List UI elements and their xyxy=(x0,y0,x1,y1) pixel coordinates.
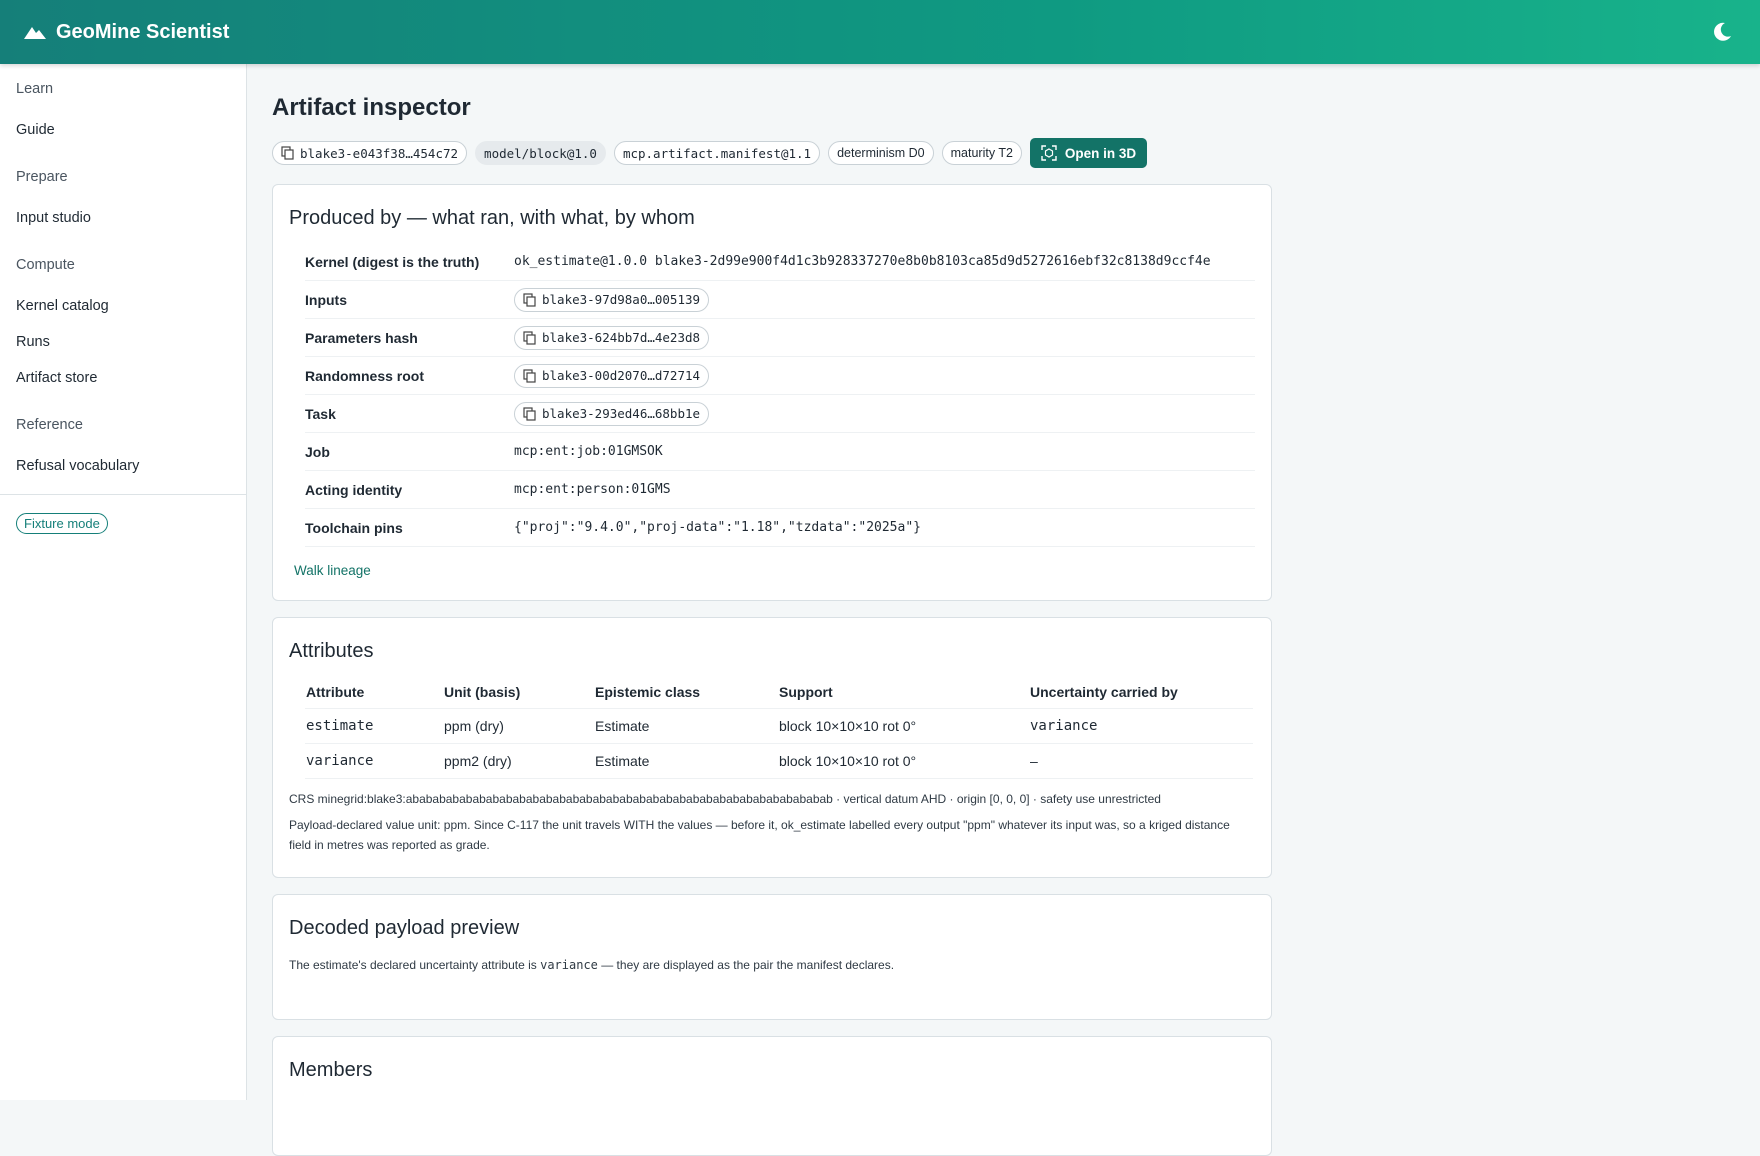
inputs-row: Inputs blake3-97d98a0…005139 xyxy=(305,281,1255,319)
nav-heading-learn[interactable]: Learn xyxy=(16,76,230,102)
attributes-table: Attribute Unit (basis) Epistemic class S… xyxy=(305,676,1253,779)
open-3d-label: Open in 3D xyxy=(1064,145,1137,161)
sidebar: Learn Guide Prepare Input studio Compute… xyxy=(0,64,247,1100)
column-header: Unit (basis) xyxy=(443,676,594,709)
table-row: variance ppm2 (dry) Estimate block 10×10… xyxy=(305,743,1253,779)
uncertainty-cell: – xyxy=(1029,743,1253,779)
column-header: Support xyxy=(778,676,1029,709)
payload-note-prefix: The estimate's declared uncertainty attr… xyxy=(289,958,541,972)
produced-by-card: Produced by — what ran, with what, by wh… xyxy=(272,184,1272,601)
copy-icon xyxy=(523,368,536,383)
epistemic-cell: Estimate xyxy=(594,708,778,744)
toolchain-label: Toolchain pins xyxy=(305,519,403,536)
identity-value: mcp:ent:person:01GMS xyxy=(514,482,671,497)
task-digest-chip[interactable]: blake3-293ed46…68bb1e xyxy=(514,401,710,426)
fixture-mode-badge[interactable]: Fixture mode xyxy=(16,513,108,534)
sidebar-item-refusal-vocabulary[interactable]: Refusal vocabulary xyxy=(16,452,230,480)
table-row: estimate ppm (dry) Estimate block 10×10×… xyxy=(305,708,1253,744)
page-title: Artifact inspector xyxy=(272,94,471,121)
payload-note-suffix: — they are displayed as the pair the man… xyxy=(597,958,895,972)
column-header: Attribute xyxy=(305,676,443,709)
params-value: blake3-624bb7d…4e23d8 xyxy=(542,330,701,345)
job-label: Job xyxy=(305,443,330,460)
crs-note: CRS minegrid:blake3:abababababababababab… xyxy=(289,792,1161,806)
randomness-value: blake3-00d2070…d72714 xyxy=(542,368,701,383)
main-content: Artifact inspector blake3-e043f38…454c72… xyxy=(272,64,1272,1156)
randomness-digest-chip[interactable]: blake3-00d2070…d72714 xyxy=(514,363,710,388)
identity-label: Acting identity xyxy=(305,481,403,498)
task-row: Task blake3-293ed46…68bb1e xyxy=(305,395,1255,433)
sidebar-item-guide[interactable]: Guide xyxy=(16,116,230,144)
column-header: Uncertainty carried by xyxy=(1029,676,1253,709)
determinism-chip: determinism D0 xyxy=(828,141,934,165)
sidebar-item-runs[interactable]: Runs xyxy=(16,328,230,356)
digest-chip[interactable]: blake3-e043f38…454c72 xyxy=(272,141,468,165)
brand-name: GeoMine Scientist xyxy=(56,20,230,43)
nav-heading-reference: Reference xyxy=(16,417,83,433)
schema-chip: model/block@1.0 xyxy=(475,141,606,165)
payload-title: Decoded payload preview xyxy=(289,917,520,939)
sidebar-item-input-studio[interactable]: Input studio xyxy=(16,204,230,232)
digest-value: blake3-e043f38…454c72 xyxy=(300,145,459,161)
copy-icon xyxy=(281,146,294,160)
sidebar-item-artifact-store[interactable]: Artifact store xyxy=(16,364,230,392)
attribute-cell: variance xyxy=(305,743,443,779)
inputs-label: Inputs xyxy=(305,291,347,308)
unit-cell: ppm2 (dry) xyxy=(443,743,594,779)
unit-cell: ppm (dry) xyxy=(443,708,594,744)
sidebar-nav: Learn Guide Prepare Input studio Compute… xyxy=(0,64,246,480)
uncertainty-cell: variance xyxy=(1029,708,1253,744)
column-header: Epistemic class xyxy=(594,676,778,709)
kernel-value: ok_estimate@1.0.0 blake3-2d99e900f4d1c3b… xyxy=(514,254,1211,269)
mountain-icon xyxy=(24,27,46,39)
manifest-chip: mcp.artifact.manifest@1.1 xyxy=(613,141,821,165)
attributes-header-row: Attribute Unit (basis) Epistemic class S… xyxy=(305,676,1253,709)
epistemic-cell: Estimate xyxy=(594,743,778,779)
job-row: Job mcp:ent:job:01GMSOK xyxy=(305,433,1255,471)
inputs-digest-chip[interactable]: blake3-97d98a0…005139 xyxy=(514,287,710,312)
unit-note: Payload-declared value unit: ppm. Since … xyxy=(289,818,1230,852)
sidebar-divider xyxy=(0,494,246,495)
produced-by-title: Produced by — what ran, with what, by wh… xyxy=(289,207,695,229)
nav-heading-compute: Compute xyxy=(16,257,75,273)
params-digest-chip[interactable]: blake3-624bb7d…4e23d8 xyxy=(514,325,710,350)
toolchain-value: {"proj":"9.4.0","proj-data":"1.18","tzda… xyxy=(514,520,921,535)
kernel-row: Kernel (digest is the truth) ok_estimate… xyxy=(305,243,1255,281)
copy-icon xyxy=(523,406,536,421)
params-label: Parameters hash xyxy=(305,329,418,346)
task-label: Task xyxy=(305,405,336,422)
members-card: Members xyxy=(272,1036,1272,1156)
identity-row: Acting identity mcp:ent:person:01GMS xyxy=(305,471,1255,509)
attribute-cell: estimate xyxy=(305,708,443,744)
top-bar: GeoMine Scientist xyxy=(0,0,1760,64)
support-cell: block 10×10×10 rot 0° xyxy=(778,743,1029,779)
payload-note-code: variance xyxy=(540,958,598,972)
params-row: Parameters hash blake3-624bb7d…4e23d8 xyxy=(305,319,1255,357)
maturity-chip: maturity T2 xyxy=(941,141,1022,165)
nav-heading-prepare: Prepare xyxy=(16,169,68,185)
inputs-value: blake3-97d98a0…005139 xyxy=(542,292,701,307)
payload-note: The estimate's declared uncertainty attr… xyxy=(289,955,1255,975)
randomness-label: Randomness root xyxy=(305,367,425,384)
copy-icon xyxy=(523,292,536,307)
open-3d-button[interactable]: Open in 3D xyxy=(1029,138,1148,168)
kernel-label: Kernel (digest is the truth) xyxy=(305,253,480,270)
brand[interactable]: GeoMine Scientist xyxy=(24,21,229,44)
artifact-chips: blake3-e043f38…454c72 model/block@1.0 mc… xyxy=(272,138,1272,168)
job-value: mcp:ent:job:01GMSOK xyxy=(514,444,663,459)
theme-toggle-button[interactable] xyxy=(1708,18,1736,46)
attributes-card: Attributes Attribute Unit (basis) Episte… xyxy=(272,617,1272,878)
task-value: blake3-293ed46…68bb1e xyxy=(542,406,701,421)
moon-icon xyxy=(1714,22,1731,41)
cube-scan-icon xyxy=(1041,145,1057,161)
support-cell: block 10×10×10 rot 0° xyxy=(778,708,1029,744)
attributes-title: Attributes xyxy=(289,640,374,662)
randomness-row: Randomness root blake3-00d2070…d72714 xyxy=(305,357,1255,395)
copy-icon xyxy=(523,330,536,345)
members-title: Members xyxy=(289,1059,373,1081)
toolchain-row: Toolchain pins {"proj":"9.4.0","proj-dat… xyxy=(305,509,1255,547)
walk-lineage-link[interactable]: Walk lineage xyxy=(294,563,371,578)
sidebar-item-kernel-catalog[interactable]: Kernel catalog xyxy=(16,292,230,320)
payload-card: Decoded payload preview The estimate's d… xyxy=(272,894,1272,1020)
